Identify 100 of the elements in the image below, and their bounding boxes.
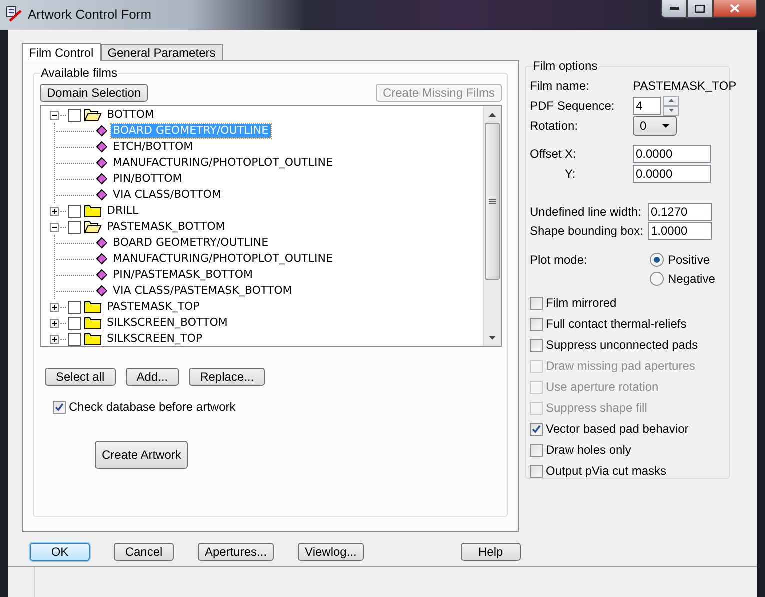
field-label: Rotation: <box>530 119 580 134</box>
dialog-button[interactable]: Viewlog... <box>298 543 364 561</box>
tab[interactable]: Film Control <box>22 43 101 61</box>
tree-item[interactable]: DRILL <box>105 204 141 218</box>
sequence-field[interactable]: 4 <box>633 96 661 115</box>
tree-item[interactable]: BOARD GEOMETRY/OUTLINE <box>111 236 271 250</box>
action-button[interactable]: Replace... <box>189 368 266 386</box>
field-label: Shape bounding box: <box>530 224 644 238</box>
app-icon <box>6 6 22 22</box>
window-title: Artwork Control Form <box>28 7 152 22</box>
tree-item[interactable]: PASTEMASK_BOTTOM <box>105 220 228 234</box>
expand-toggle[interactable] <box>50 318 59 328</box>
checkbox[interactable] <box>530 464 543 478</box>
checkbox[interactable] <box>530 318 543 331</box>
checkbox[interactable] <box>53 400 66 414</box>
tree-checkbox[interactable] <box>68 316 81 330</box>
checkbox-label: Suppress shape fill <box>546 401 648 416</box>
scroll-up-icon[interactable] <box>489 112 496 116</box>
tree-item[interactable]: VIA CLASS/BOTTOM <box>111 188 224 202</box>
checkbox[interactable] <box>530 444 543 457</box>
field-label: X: <box>565 147 578 162</box>
expand-toggle[interactable] <box>50 110 59 120</box>
checkbox-label: Vector based pad behavior <box>546 422 689 436</box>
radio-button[interactable] <box>650 272 664 286</box>
diamond-icon <box>96 285 108 297</box>
action-button[interactable]: Add... <box>126 368 180 386</box>
scroll-down-icon[interactable] <box>489 336 496 340</box>
offset-y-field[interactable]: 0.0000 <box>633 164 711 183</box>
radio-button[interactable] <box>650 252 664 267</box>
create-artwork-button[interactable]: Create Artwork <box>95 441 188 469</box>
checkmark-icon <box>532 424 541 434</box>
field-label: Undefined line width: <box>530 204 642 219</box>
tree-item[interactable]: SILKSCREEN_TOP <box>105 332 205 346</box>
expand-toggle[interactable] <box>50 302 59 312</box>
close-icon <box>730 4 740 13</box>
folder-icon <box>84 316 102 330</box>
expand-toggle[interactable] <box>50 206 59 216</box>
tree-item[interactable]: SILKSCREEN_BOTTOM <box>105 316 230 330</box>
offset-x-field[interactable]: 0.0000 <box>633 145 711 164</box>
tree-item[interactable]: PIN/PASTEMASK_BOTTOM <box>111 268 256 282</box>
maximize-icon <box>695 4 705 12</box>
close-button[interactable] <box>713 0 757 18</box>
checkbox[interactable] <box>530 422 543 436</box>
action-button[interactable]: Select all <box>45 368 116 386</box>
expand-toggle[interactable] <box>50 334 59 344</box>
tree-item[interactable]: ETCH/BOTTOM <box>111 140 196 154</box>
plus-icon <box>52 304 57 310</box>
dialog-button[interactable]: Apertures... <box>198 543 274 561</box>
checkmark-icon <box>55 402 64 412</box>
checkbox-label: Use aperture rotation <box>546 380 659 394</box>
field-label: PDF Sequence: <box>530 98 616 113</box>
field-label: Plot mode: <box>530 252 588 267</box>
folder-icon <box>84 300 102 314</box>
tree-item[interactable]: MANUFACTURING/PHOTOPLOT_OUTLINE <box>111 252 335 266</box>
checkbox-label: Full contact thermal-reliefs <box>546 317 687 332</box>
down-arrow-icon <box>668 109 674 112</box>
checkbox-label: Film mirrored <box>546 296 617 310</box>
tree-checkbox[interactable] <box>68 300 81 314</box>
tree-item[interactable]: VIA CLASS/PASTEMASK_BOTTOM <box>111 284 294 298</box>
group-title: Available films <box>40 66 118 80</box>
tree-item[interactable]: PIN/BOTTOM <box>111 172 184 186</box>
dialog-button[interactable]: Cancel <box>114 543 174 561</box>
tree-item[interactable]: BOTTOM <box>105 108 156 122</box>
expand-toggle[interactable] <box>50 222 59 232</box>
folder-icon <box>84 332 102 346</box>
line-width-field[interactable]: 0.1270 <box>648 202 712 221</box>
tree-item[interactable]: MANUFACTURING/PHOTOPLOT_OUTLINE <box>111 156 335 170</box>
tree-checkbox[interactable] <box>68 332 81 346</box>
field-label: Offset <box>530 147 563 162</box>
dialog-button[interactable]: Help <box>460 543 521 561</box>
tree-checkbox[interactable] <box>68 220 81 234</box>
tree-checkbox[interactable] <box>68 204 81 218</box>
domain-selection-button[interactable]: Domain Selection <box>40 84 148 102</box>
checkbox[interactable] <box>530 296 543 310</box>
checkbox-label: Draw holes only <box>546 443 632 458</box>
minimize-button[interactable] <box>661 0 687 18</box>
minus-icon <box>52 112 57 118</box>
tree-item[interactable]: PASTEMASK_TOP <box>105 300 202 314</box>
spin-buttons[interactable] <box>663 96 679 116</box>
checkbox-label: Draw missing pad apertures <box>546 359 696 374</box>
scroll-thumb[interactable] <box>485 123 500 280</box>
tab[interactable]: General Parameters <box>100 44 223 60</box>
group-title: Film options <box>532 59 599 73</box>
tree-checkbox[interactable] <box>68 108 81 122</box>
checkbox[interactable] <box>530 338 543 352</box>
diamond-icon <box>96 189 108 201</box>
checkbox-label: Output pVia cut masks <box>546 464 667 478</box>
bounding-box-field[interactable]: 1.0000 <box>648 222 712 240</box>
radio-label: Positive <box>668 252 710 267</box>
diamond-icon <box>96 237 108 249</box>
field-label: Y: <box>565 166 576 181</box>
open-folder-icon <box>84 220 102 234</box>
dialog-button[interactable]: OK <box>30 543 90 561</box>
diamond-icon <box>96 125 108 137</box>
maximize-button[interactable] <box>687 0 713 18</box>
plus-icon <box>52 208 57 214</box>
checkbox-label: Check database before artwork <box>69 400 236 414</box>
rotation-dropdown[interactable]: 0 <box>633 116 677 136</box>
film-name-value: PASTEMASK_TOP <box>633 79 737 94</box>
scrollbar[interactable] <box>483 106 501 346</box>
